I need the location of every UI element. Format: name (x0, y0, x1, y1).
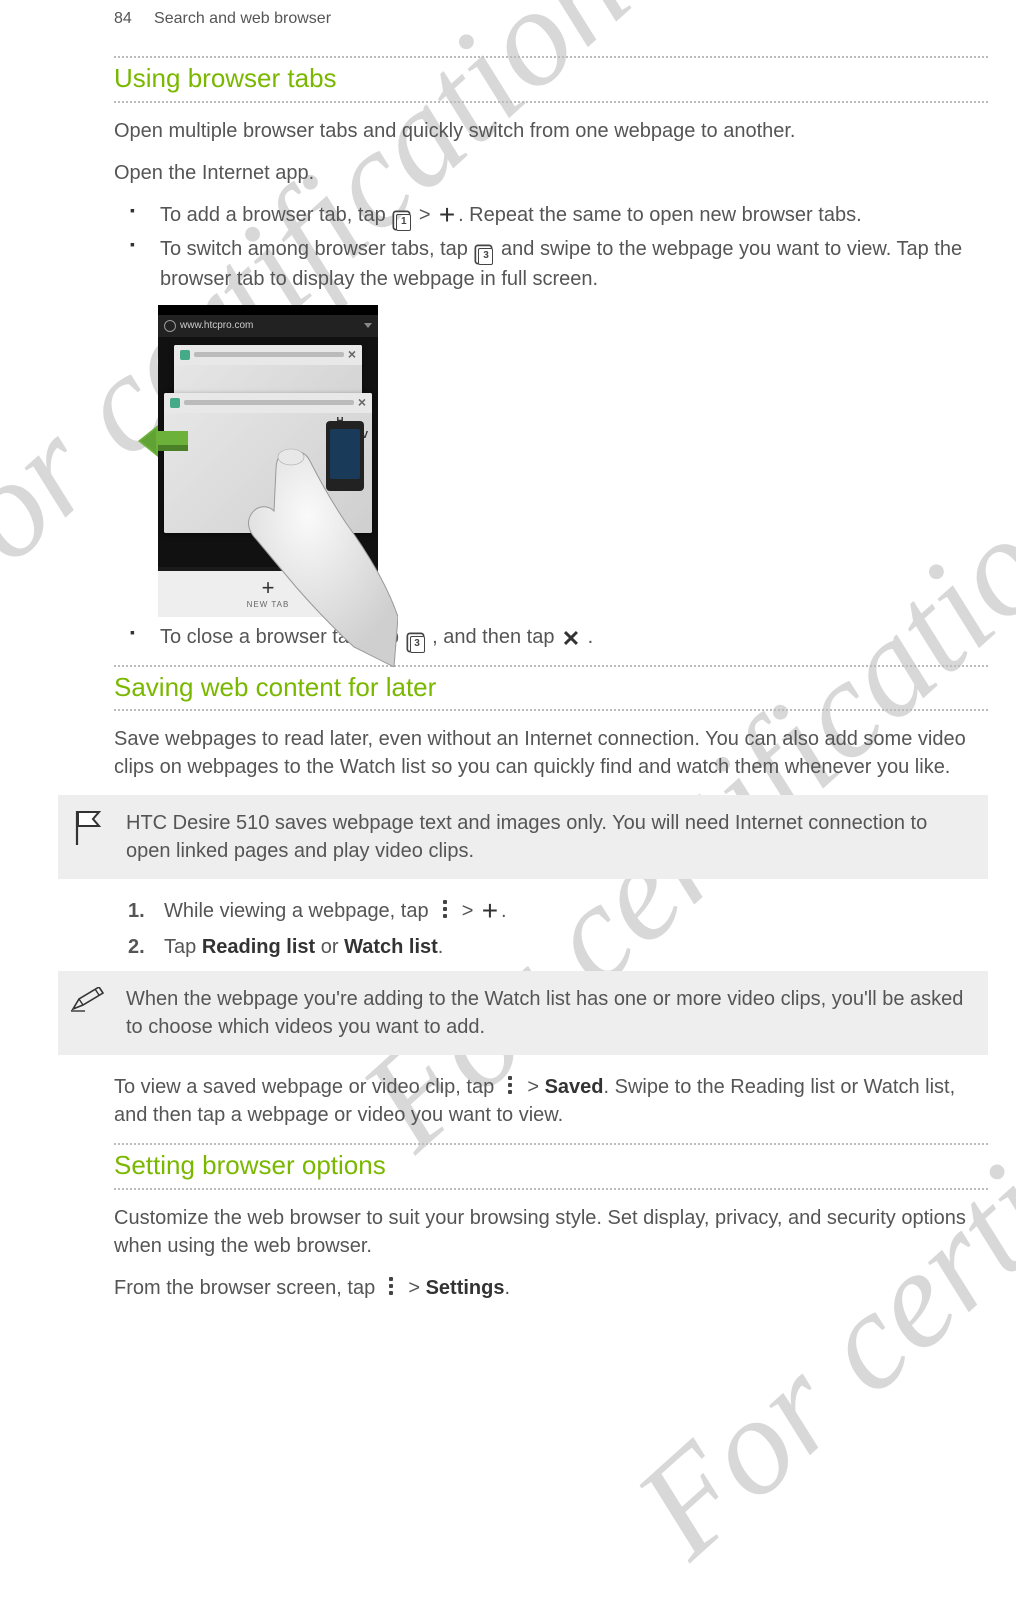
step-1: While viewing a webpage, tap > +. (158, 897, 988, 925)
tabs-open-app: Open the Internet app. (114, 159, 988, 187)
page-number: 84 (114, 10, 132, 27)
tab-3-icon (474, 245, 494, 265)
plus-icon: + (480, 901, 500, 921)
bullet-close-tab: To close a browser tab, tap , and then t… (150, 623, 988, 653)
options-steps: From the browser screen, tap > Settings. (114, 1274, 988, 1302)
chevron-down-icon (364, 323, 372, 328)
heading-saving: Saving web content for later (114, 665, 988, 711)
browser-tabs-screenshot: www.htcpro.com × × HINNOV (158, 305, 378, 617)
swipe-left-arrow-icon (138, 425, 192, 457)
note-flag: HTC Desire 510 saves webpage text and im… (58, 795, 988, 879)
saving-view: To view a saved webpage or video clip, t… (114, 1073, 988, 1129)
tabs-intro: Open multiple browser tabs and quickly s… (114, 117, 988, 145)
url-text: www.htcpro.com (180, 319, 360, 333)
globe-icon (164, 320, 176, 332)
heading-options: Setting browser options (114, 1143, 988, 1189)
plus-icon: + (437, 205, 457, 225)
step-2: Tap Reading list or Watch list. (158, 933, 988, 961)
page-header: 84 Search and web browser (114, 8, 988, 30)
tab-3-icon (406, 633, 426, 653)
menu-icon (435, 900, 455, 920)
bullet-add-tab: To add a browser tab, tap > +. Repeat th… (150, 201, 988, 231)
section-name: Search and web browser (154, 10, 331, 27)
menu-icon (501, 1076, 521, 1096)
new-tab-label: NEW TAB (247, 599, 290, 610)
heading-using-tabs: Using browser tabs (114, 56, 988, 102)
pencil-icon (70, 985, 106, 1013)
bullet-switch-tab: To switch among browser tabs, tap and sw… (150, 235, 988, 293)
options-intro: Customize the web browser to suit your b… (114, 1204, 988, 1260)
note-pencil-text: When the webpage you're adding to the Wa… (126, 985, 970, 1041)
tab-1-icon (392, 211, 412, 231)
note-flag-text: HTC Desire 510 saves webpage text and im… (126, 809, 970, 865)
new-tab-plus-icon: + (262, 578, 275, 598)
close-x-icon: ✕ (561, 629, 581, 649)
flag-icon (70, 809, 106, 845)
menu-icon (382, 1277, 402, 1297)
note-pencil: When the webpage you're adding to the Wa… (58, 971, 988, 1055)
saving-intro: Save webpages to read later, even withou… (114, 725, 988, 781)
tab-card-front: × HINNOV (164, 393, 372, 533)
